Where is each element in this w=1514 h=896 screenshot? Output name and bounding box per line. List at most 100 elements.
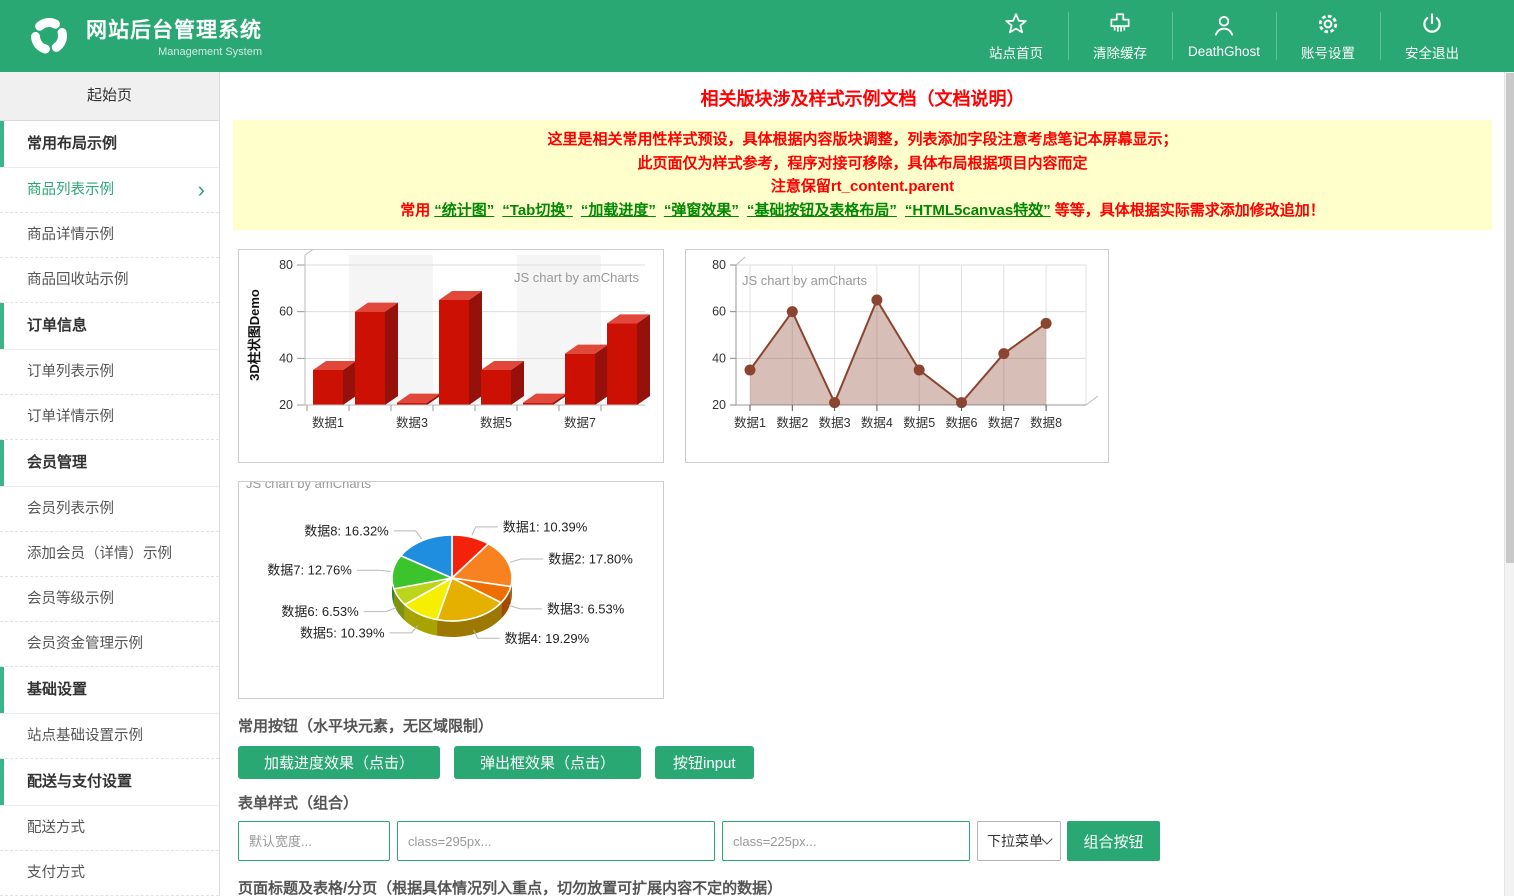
header-nav-clear-cache[interactable]: 清除缓存	[1068, 0, 1172, 72]
scrollbar-thumb[interactable]	[1506, 73, 1514, 563]
input-button[interactable]: 按钮input	[655, 746, 754, 779]
notice-text: 等等，具体根据实际需求添加修改追加！	[1055, 202, 1325, 219]
scrollbar[interactable]	[1504, 72, 1514, 896]
header-nav-account-settings[interactable]: 账号设置	[1276, 0, 1380, 72]
sidebar-item-label: 订单详情示例	[27, 395, 114, 439]
sidebar-item-home[interactable]: 起始页	[0, 72, 219, 121]
popup-button[interactable]: 弹出框效果（点击）	[454, 746, 641, 779]
sidebar-item[interactable]: 配送方式	[0, 806, 219, 851]
notice-line: 此页面仅为样式参考，程序对接可移除，具体布局根据项目内容而定	[243, 152, 1482, 176]
sidebar-item[interactable]: 会员等级示例	[0, 577, 219, 622]
line-chart: 20406080数据1数据2数据3数据4数据5数据6数据7数据8JS chart…	[686, 250, 1108, 462]
sidebar-section-title[interactable]: 常用布局示例	[0, 121, 219, 168]
notice-line: 这里是相关常用性样式预设，具体根据内容版块调整，列表添加字段注意考虑笔记本屏幕显…	[243, 128, 1482, 152]
svg-text:数据2: 17.80%: 数据2: 17.80%	[548, 552, 633, 567]
sidebar-section-title[interactable]: 会员管理	[0, 440, 219, 487]
load-progress-button[interactable]: 加载进度效果（点击）	[238, 746, 440, 779]
svg-text:数据5: 数据5	[903, 415, 935, 430]
svg-text:数据8: 16.32%: 数据8: 16.32%	[304, 523, 389, 538]
chevron-down-icon	[1041, 833, 1052, 844]
header-nav-site-home[interactable]: 站点首页	[964, 0, 1068, 72]
page-title: 相关版块涉及样式示例文档（文档说明）	[221, 85, 1504, 111]
sidebar-item[interactable]: 商品回收站示例	[0, 258, 219, 303]
notice-link[interactable]: “加载进度”	[581, 202, 656, 219]
svg-text:60: 60	[279, 305, 293, 319]
user-icon	[1211, 13, 1237, 39]
sidebar-item-label: 商品回收站示例	[27, 258, 129, 302]
svg-text:数据6: 6.53%: 数据6: 6.53%	[281, 604, 359, 619]
app-header: 网站后台管理系统 Management System 站点首页 清除缓存 Death…	[0, 0, 1514, 72]
sidebar-item[interactable]: 站点基础设置示例	[0, 714, 219, 759]
sidebar-item-label: 会员资金管理示例	[27, 622, 143, 666]
app-logo[interactable]: 网站后台管理系统 Management System	[26, 14, 262, 58]
star-icon	[1003, 11, 1029, 37]
app-subtitle: Management System	[86, 46, 262, 58]
svg-text:数据4: 数据4	[861, 415, 893, 430]
dropdown-select[interactable]: 下拉菜单	[977, 821, 1061, 861]
app-title: 网站后台管理系统	[86, 14, 262, 44]
svg-text:数据1: 10.39%: 数据1: 10.39%	[503, 519, 588, 534]
header-nav-label: 清除缓存	[1093, 42, 1147, 62]
svg-text:数据7: 12.76%: 数据7: 12.76%	[267, 563, 352, 578]
header-nav: 站点首页 清除缓存 DeathGhost 账号设置 安全退出	[964, 0, 1514, 72]
sidebar-item[interactable]: 会员列表示例	[0, 487, 219, 532]
sidebar-item[interactable]: 会员资金管理示例	[0, 622, 219, 667]
svg-text:数据2: 数据2	[776, 415, 808, 430]
svg-text:40: 40	[279, 351, 293, 365]
sidebar-item-label: 商品列表示例	[27, 168, 114, 212]
notice-link[interactable]: “统计图”	[434, 202, 494, 219]
svg-text:数据1: 数据1	[734, 415, 766, 430]
header-nav-label: 站点首页	[989, 42, 1043, 62]
sidebar-section-title[interactable]: 配送与支付设置	[0, 759, 219, 806]
input-default-width[interactable]	[238, 821, 390, 861]
svg-text:80: 80	[279, 258, 293, 272]
svg-text:数据4: 19.29%: 数据4: 19.29%	[505, 631, 590, 646]
dropdown-select-value: 下拉菜单	[987, 831, 1043, 851]
combo-button[interactable]: 组合按钮	[1067, 821, 1160, 861]
notice-link[interactable]: “HTML5canvas特效”	[905, 202, 1051, 219]
power-icon	[1419, 11, 1445, 37]
svg-text:数据3: 数据3	[396, 415, 428, 430]
header-nav-label: 账号设置	[1301, 42, 1355, 62]
svg-text:JS chart by amCharts: JS chart by amCharts	[514, 270, 639, 285]
sidebar-item[interactable]: 订单列表示例	[0, 350, 219, 395]
logo-icon	[26, 23, 72, 49]
header-nav-label: 安全退出	[1405, 42, 1459, 62]
sidebar-item-label: 配送方式	[27, 806, 85, 850]
sidebar-section-title[interactable]: 基础设置	[0, 667, 219, 714]
input-225px[interactable]	[722, 821, 970, 861]
svg-text:数据1: 数据1	[312, 415, 344, 430]
notice-link[interactable]: “Tab切换”	[502, 202, 573, 219]
svg-text:20: 20	[279, 398, 293, 412]
sidebar-item[interactable]: 支付方式	[0, 851, 219, 896]
sidebar-item[interactable]: 添加会员（详情）示例	[0, 532, 219, 577]
svg-text:数据7: 数据7	[988, 415, 1020, 430]
sidebar-item-label: 会员列表示例	[27, 487, 114, 531]
bar-chart-panel: 20406080数据1数据3数据5数据7JS chart by amCharts…	[238, 249, 664, 463]
sidebar-section-title[interactable]: 订单信息	[0, 303, 219, 350]
line-chart-panel: 20406080数据1数据2数据3数据4数据5数据6数据7数据8JS chart…	[685, 249, 1109, 463]
notice-link[interactable]: “基础按钮及表格布局”	[747, 202, 897, 219]
brush-icon	[1107, 11, 1133, 37]
input-295px[interactable]	[397, 821, 715, 861]
pie-chart: 数据1: 10.39%数据2: 17.80%数据3: 6.53%数据4: 19.…	[239, 482, 663, 698]
header-nav-safe-logout[interactable]: 安全退出	[1380, 0, 1484, 72]
svg-text:数据8: 数据8	[1030, 415, 1062, 430]
sidebar-item-label: 订单列表示例	[27, 350, 114, 394]
svg-text:数据3: 数据3	[819, 415, 851, 430]
form-row: 下拉菜单 组合按钮	[238, 821, 1504, 861]
svg-text:3D柱状图Demo: 3D柱状图Demo	[247, 289, 262, 381]
sidebar-item-label: 添加会员（详情）示例	[27, 532, 172, 576]
bar-chart: 20406080数据1数据3数据5数据7JS chart by amCharts…	[239, 250, 663, 462]
chevron-right-icon: ›	[198, 168, 205, 212]
sidebar-item-label: 会员等级示例	[27, 577, 114, 621]
notice-box: 这里是相关常用性样式预设，具体根据内容版块调整，列表添加字段注意考虑笔记本屏幕显…	[233, 120, 1492, 230]
sidebar-item[interactable]: 订单详情示例	[0, 395, 219, 440]
gear-icon	[1315, 11, 1341, 37]
notice-link[interactable]: “弹窗效果”	[664, 202, 739, 219]
svg-text:数据5: 10.39%: 数据5: 10.39%	[300, 625, 385, 640]
header-nav-current-user[interactable]: DeathGhost	[1172, 0, 1276, 72]
sidebar-item[interactable]: 商品详情示例	[0, 213, 219, 258]
sidebar-item[interactable]: 商品列表示例 ›	[0, 168, 219, 213]
notice-line: 注意保留rt_content.parent	[243, 175, 1482, 199]
